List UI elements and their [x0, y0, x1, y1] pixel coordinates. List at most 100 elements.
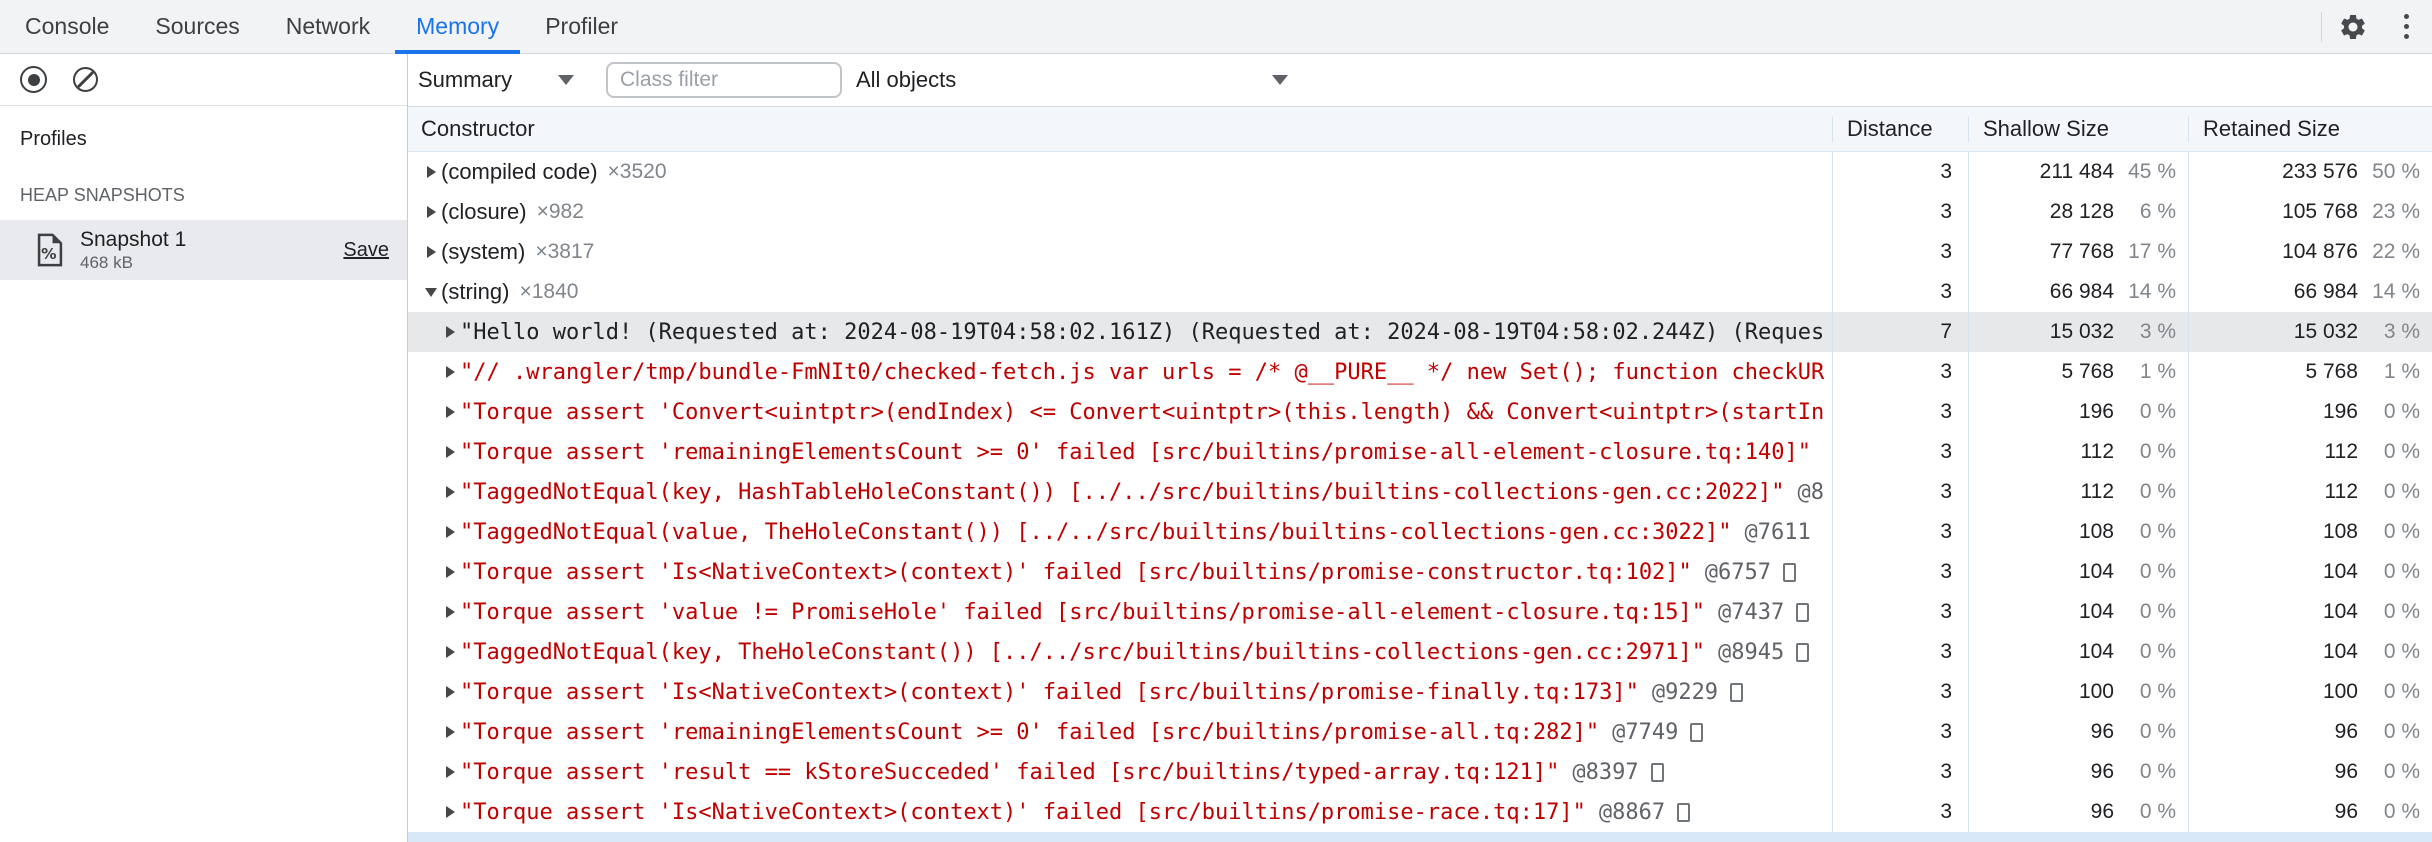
distance-cell: 3 [1832, 272, 1968, 312]
retained-size-cell-value: 15 032 [2293, 320, 2358, 343]
grid-row-string[interactable]: "Torque assert 'Convert<uintptr>(endInde… [408, 392, 2432, 432]
tab-profiler[interactable]: Profiler [522, 0, 641, 53]
grid-row-string[interactable]: "Torque assert 'value != PromiseHole' fa… [408, 592, 2432, 632]
disclosure-triangle-collapsed-icon[interactable] [440, 366, 460, 378]
retained-size-cell-percent: 0 % [2383, 800, 2420, 823]
disclosure-triangle-collapsed-icon[interactable] [440, 766, 460, 778]
record-heap-snapshot-icon[interactable] [20, 66, 47, 93]
grid-row-string[interactable]: "TaggedNotEqual(key, HashTableHoleConsta… [408, 472, 2432, 512]
missing-glyph-box-icon [1796, 602, 1810, 622]
column-header-distance[interactable]: Distance [1832, 116, 1968, 142]
object-scope-select[interactable]: All objects [856, 67, 1288, 93]
chevron-down-icon [1272, 75, 1288, 85]
memory-toolbar: Summary All objects [408, 54, 2432, 106]
grid-row-string[interactable]: "TaggedNotEqual(key, TheHoleConstant()) … [408, 632, 2432, 672]
disclosure-triangle-collapsed-icon[interactable] [440, 686, 460, 698]
column-header-retained-size[interactable]: Retained Size [2188, 116, 2432, 142]
grid-row-string[interactable]: "Torque assert 'remainingElementsCount >… [408, 712, 2432, 752]
gear-icon[interactable] [2338, 12, 2368, 42]
shallow-size-cell: 28 128 6 % [1968, 192, 2188, 232]
tab-network[interactable]: Network [263, 0, 393, 53]
snapshot-size: 468 kB [80, 253, 133, 272]
sidebar-content: Profiles HEAP SNAPSHOTS % Snapshot 1 468… [0, 106, 407, 280]
tab-memory[interactable]: Memory [393, 0, 522, 54]
disclosure-triangle-collapsed-icon[interactable] [440, 486, 460, 498]
distance-cell-value: 3 [1940, 720, 1952, 743]
constructor-cell: "TaggedNotEqual(key, HashTableHoleConsta… [408, 472, 1832, 512]
shallow-size-cell-percent: 3 % [2139, 320, 2176, 343]
missing-glyph-box-icon [1730, 682, 1744, 702]
object-scope-select-value: All objects [856, 67, 957, 92]
tab-sources[interactable]: Sources [132, 0, 262, 53]
shallow-size-cell: 15 032 3 % [1968, 312, 2188, 352]
missing-glyph-box-icon [1783, 562, 1797, 582]
disclosure-triangle-collapsed-icon[interactable] [440, 806, 460, 818]
constructor-cell: "Torque assert 'remainingElementsCount >… [408, 432, 1832, 472]
distance-cell-value: 3 [1940, 400, 1952, 423]
grid-row-string[interactable]: "Torque assert 'Is<NativeContext>(contex… [408, 792, 2432, 832]
kebab-menu-icon[interactable] [2394, 12, 2418, 42]
disclosure-triangle-expanded-icon[interactable] [421, 287, 441, 297]
clear-profiles-icon[interactable] [73, 67, 98, 92]
grid-row-string[interactable]: "// .wrangler/tmp/bundle-FmNIt0/checked-… [408, 352, 2432, 392]
grid-row-string[interactable]: "TaggedNotEqual(value, TheHoleConstant()… [408, 512, 2432, 552]
retained-size-cell: 96 0 % [2188, 792, 2432, 832]
disclosure-triangle-collapsed-icon[interactable] [440, 606, 460, 618]
grid-row-string[interactable]: "Torque assert 'remainingElementsCount >… [408, 432, 2432, 472]
disclosure-triangle-collapsed-icon[interactable] [440, 326, 460, 338]
profiles-title: Profiles [20, 128, 87, 150]
tab-console[interactable]: Console [2, 0, 132, 53]
chevron-down-icon [558, 75, 574, 85]
grid-row-string[interactable]: "Torque assert 'Is<NativeContext>(contex… [408, 552, 2432, 592]
distance-cell: 3 [1832, 192, 1968, 232]
grid-row-category[interactable]: (system) ×3817 3 77 768 17 % 104 876 22 % [408, 232, 2432, 272]
save-snapshot-link[interactable]: Save [343, 239, 389, 262]
retained-size-cell-percent: 0 % [2383, 680, 2420, 703]
grid-row-category[interactable]: (compiled code) ×3520 3 211 484 45 % 233 576 5… [408, 152, 2432, 192]
disclosure-triangle-collapsed-icon[interactable] [440, 526, 460, 538]
disclosure-triangle-collapsed-icon[interactable] [440, 406, 460, 418]
grid-row-string[interactable]: "Hello world! (Requested at: 2024-08-19T… [408, 312, 2432, 352]
disclosure-triangle-collapsed-icon[interactable] [440, 646, 460, 658]
shallow-size-cell-percent: 1 % [2139, 360, 2176, 383]
disclosure-triangle-collapsed-icon[interactable] [421, 166, 441, 178]
devtools-tabbar: Console Sources Network Memory Profiler [0, 0, 2432, 54]
retained-size-cell-value: 66 984 [2293, 280, 2358, 303]
retained-size-cell-value: 96 [2334, 760, 2358, 783]
snapshot-list-item[interactable]: % Snapshot 1 468 kB Save [0, 220, 407, 280]
retained-size-cell-percent: 14 % [2372, 280, 2420, 303]
column-header-shallow-size[interactable]: Shallow Size [1968, 116, 2188, 142]
distance-cell: 3 [1832, 632, 1968, 672]
devtools-window: Console Sources Network Memory Profiler Prof… [0, 0, 2432, 842]
retained-size-cell-value: 104 [2322, 560, 2358, 583]
string-value: "Torque assert 'Is<NativeContext>(contex… [460, 799, 1586, 825]
retained-size-cell-value: 104 876 [2282, 240, 2358, 263]
disclosure-triangle-collapsed-icon[interactable] [440, 726, 460, 738]
grid-row-string[interactable]: "Torque assert 'result == kStoreSucceded… [408, 752, 2432, 792]
disclosure-triangle-collapsed-icon[interactable] [440, 446, 460, 458]
shallow-size-cell: 112 0 % [1968, 472, 2188, 512]
shallow-size-cell-percent: 0 % [2139, 800, 2176, 823]
category-count: ×1840 [519, 280, 579, 303]
disclosure-triangle-collapsed-icon[interactable] [421, 206, 441, 218]
shallow-size-cell: 5 768 1 % [1968, 352, 2188, 392]
column-header-constructor[interactable]: Constructor [408, 116, 1832, 142]
grid-row-category[interactable]: (closure) ×982 3 28 128 6 % 105 768 23 % [408, 192, 2432, 232]
missing-glyph-box-icon [1677, 802, 1691, 822]
retained-size-cell: 233 576 50 % [2188, 152, 2432, 192]
grid-row-string[interactable]: "Torque assert 'Is<NativeContext>(contex… [408, 672, 2432, 712]
distance-cell: 3 [1832, 672, 1968, 712]
retained-size-cell-percent: 23 % [2372, 200, 2420, 223]
retained-size-cell: 5 768 1 % [2188, 352, 2432, 392]
disclosure-triangle-collapsed-icon[interactable] [440, 566, 460, 578]
disclosure-triangle-collapsed-icon[interactable] [421, 246, 441, 258]
retained-size-cell: 66 984 14 % [2188, 272, 2432, 312]
retained-size-cell: 104 0 % [2188, 592, 2432, 632]
shallow-size-cell-percent: 0 % [2139, 720, 2176, 743]
shallow-size-cell-percent: 0 % [2139, 600, 2176, 623]
class-filter-input[interactable] [606, 62, 842, 98]
retained-size-cell-percent: 0 % [2383, 440, 2420, 463]
perspective-select[interactable]: Summary [418, 67, 574, 93]
string-value: "// .wrangler/tmp/bundle-FmNIt0/checked-… [460, 359, 1825, 385]
grid-row-category[interactable]: (string) ×1840 3 66 984 14 % 66 984 14 % [408, 272, 2432, 312]
